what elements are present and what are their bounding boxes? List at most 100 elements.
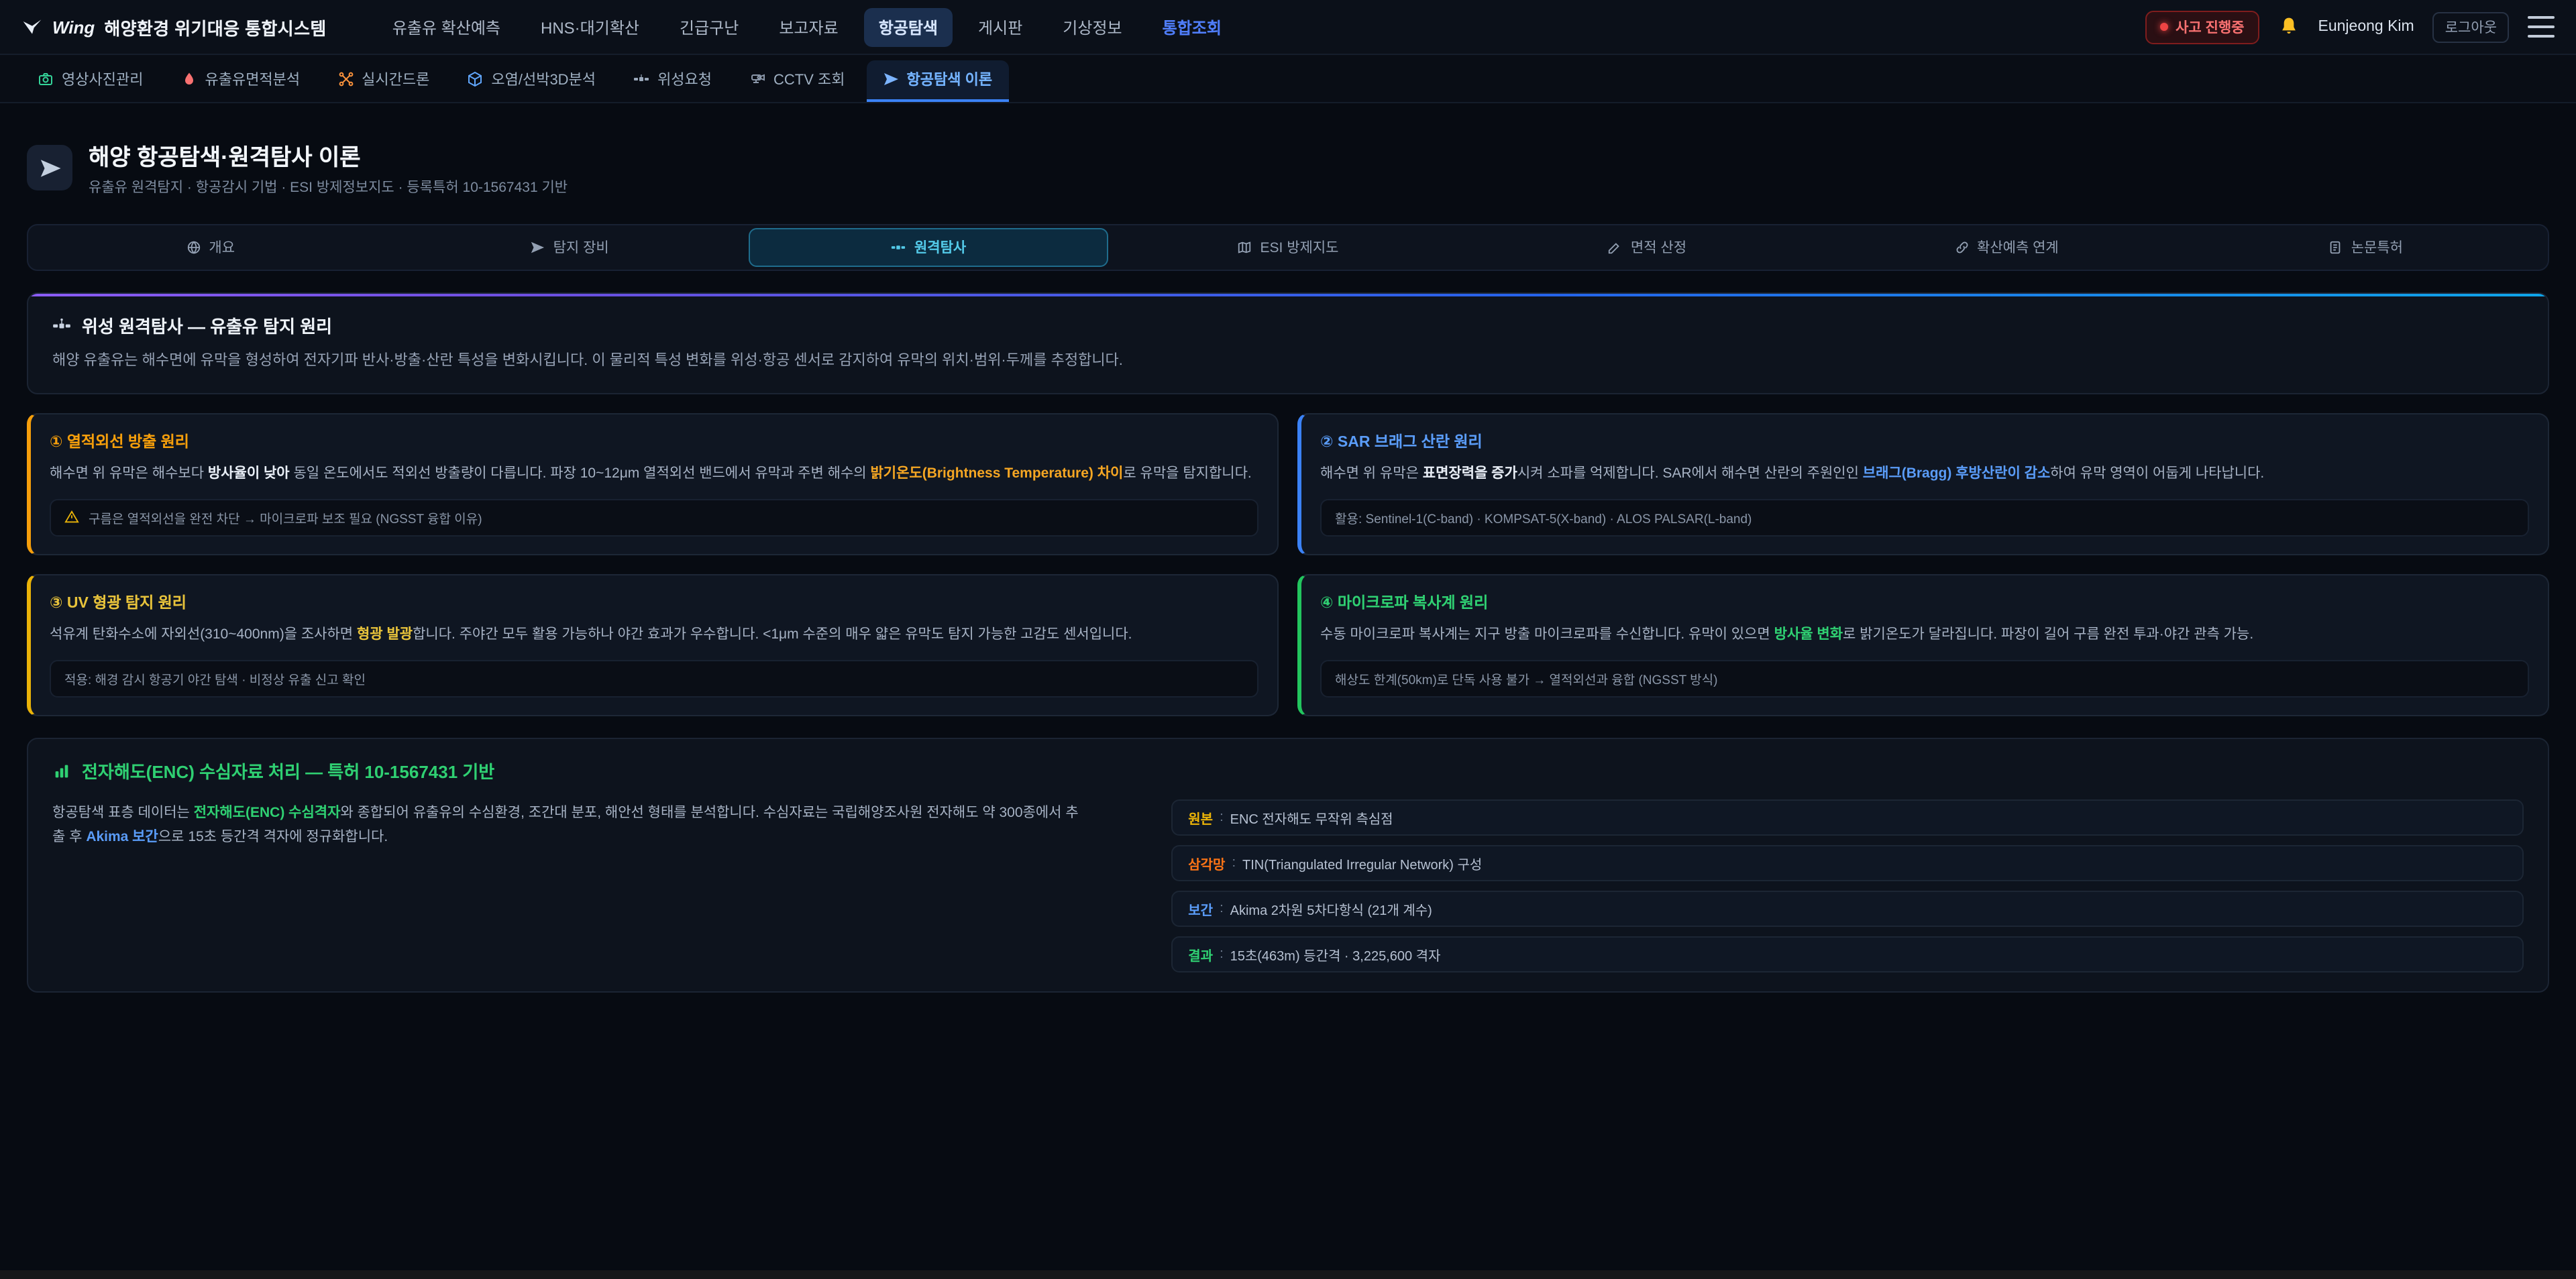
subnav-tab-image-photo-management[interactable]: 영상사진관리 xyxy=(21,60,159,102)
tab-label: 개요 xyxy=(209,237,235,258)
nav-item-board[interactable]: 게시판 xyxy=(963,7,1037,46)
enc-row-text: Akima 2차원 5차다항식 (21개 계수) xyxy=(1230,899,1432,919)
card-body-segment: 밝기온도(Brightness Temperature) 차이 xyxy=(870,465,1123,481)
card-note: 적용: 해경 감시 항공기 야간 탐색 · 비정상 유출 신고 확인 xyxy=(50,660,1258,698)
card-sar-bragg: ② SAR 브래그 산란 원리 해수면 위 유막은 표면장력을 증가시켜 소파를… xyxy=(1297,412,2549,555)
subnav-label: CCTV 조회 xyxy=(773,68,845,90)
remote-sensing-section: 위성 원격탐사 — 유출유 탐지 원리 해양 유출유는 해수면에 유막을 형성하… xyxy=(27,292,2549,394)
nav-item-weather-info[interactable]: 기상정보 xyxy=(1048,7,1136,46)
card-title: ④ 마이크로파 복사계 원리 xyxy=(1320,592,2529,613)
card-body: 석유계 탄화수소에 자외선(310~400nm)을 조사하면 형광 발광합니다.… xyxy=(50,624,1258,647)
card-body-segment: 하여 유막 영역이 어둡게 나타납니다. xyxy=(2050,465,2264,481)
topnav-right: 사고 진행중 Eunjeong Kim 로그아웃 xyxy=(2145,10,2555,44)
user-name[interactable]: Eunjeong Kim xyxy=(2318,19,2414,35)
cube-3d-icon xyxy=(467,71,483,87)
globe-icon xyxy=(186,240,201,255)
subnav-tab-satellite-request[interactable]: 위성요청 xyxy=(617,60,728,102)
enc-row-label: 삼각망 xyxy=(1188,853,1225,873)
tab-area-calculation[interactable]: 면적 산정 xyxy=(1468,228,1827,267)
droplet-analysis-icon xyxy=(180,71,197,87)
card-body-segment: 로 밝기온도가 달라집니다. 파장이 길어 구름 완전 투과·야간 관측 가능. xyxy=(1843,626,2253,643)
nav-item-integrated-search[interactable]: 통합조회 xyxy=(1148,7,1236,46)
main-content: 해양 항공탐색·원격탐사 이론 유출유 원격탐지 · 항공감시 기법 · ESI… xyxy=(0,138,2576,993)
sub-navigation: 영상사진관리 유출유면적분석 실시간드론 오염/선박3D분석 위성요청 CCTV… xyxy=(0,55,2576,103)
subnav-tab-aerial-search-theory[interactable]: 항공탐색 이론 xyxy=(867,60,1009,102)
subnav-tab-realtime-drone[interactable]: 실시간드론 xyxy=(321,60,445,102)
subnav-tab-cctv-view[interactable]: CCTV 조회 xyxy=(733,60,861,102)
top-navigation: Wing 해양환경 위기대응 통합시스템 유출유 확산예측 HNS·대기확산 긴… xyxy=(0,0,2576,55)
satellite-icon xyxy=(52,316,71,335)
camera-icon xyxy=(38,71,54,87)
enc-row-tin: 삼각망 : TIN(Triangulated Irregular Network… xyxy=(1171,845,2524,881)
bar-chart-icon xyxy=(52,761,71,780)
page-header-text: 해양 항공탐색·원격탐사 이론 유출유 원격탐지 · 항공감시 기법 · ESI… xyxy=(89,138,568,197)
nav-item-reports[interactable]: 보고자료 xyxy=(764,7,853,46)
map-icon xyxy=(1238,240,1252,255)
card-body-segment: 해수면 위 유막은 해수보다 xyxy=(50,465,208,481)
tab-prediction-link[interactable]: 확산예측 연계 xyxy=(1827,228,2186,267)
subnav-tab-pollution-ship-3d[interactable]: 오염/선박3D분석 xyxy=(451,60,612,102)
paper-plane-icon xyxy=(38,156,61,179)
drone-icon xyxy=(337,71,354,87)
enc-bathymetry-section: 전자해도(ENC) 수심자료 처리 — 특허 10-1567431 기반 항공탐… xyxy=(27,738,2549,993)
card-note-text: 활용: Sentinel-1(C-band) · KOMPSAT-5(X-ban… xyxy=(1335,508,1752,527)
tab-label: 확산예측 연계 xyxy=(1977,237,2059,258)
card-body: 해수면 위 유막은 해수보다 방사율이 낮아 동일 온도에서도 적외선 방출량이… xyxy=(50,462,1258,486)
satellite-icon xyxy=(892,240,906,255)
enc-title-row: 전자해도(ENC) 수심자료 처리 — 특허 10-1567431 기반 xyxy=(52,758,2524,783)
card-body-segment: 합니다. 주야간 모두 활용 가능하나 야간 효과가 우수합니다. <1μm 수… xyxy=(413,626,1132,643)
enc-description: 항공탐색 표층 데이터는 전자해도(ENC) 수심격자와 종합되어 유출유의 수… xyxy=(52,802,1090,850)
enc-row-separator: : xyxy=(1232,856,1236,871)
page-icon-box xyxy=(27,145,72,190)
logout-button[interactable]: 로그아웃 xyxy=(2433,11,2509,42)
subnav-label: 유출유면적분석 xyxy=(205,68,300,90)
page-header: 해양 항공탐색·원격탐사 이론 유출유 원격탐지 · 항공감시 기법 · ESI… xyxy=(27,138,2549,197)
subnav-tab-oil-area-analysis[interactable]: 유출유면적분석 xyxy=(164,60,316,102)
enc-row-text: 15초(463m) 등간격 · 3,225,600 격자 xyxy=(1230,944,1441,964)
card-note-text: 해상도 한계(50km)로 단독 사용 불가 → 열적외선과 융합 (NGSST… xyxy=(1335,669,1717,688)
card-body-segment: 해수면 위 유막은 xyxy=(1320,465,1423,481)
enc-row-text: ENC 전자해도 무작위 측심점 xyxy=(1230,808,1393,828)
incident-status-badge[interactable]: 사고 진행중 xyxy=(2145,10,2259,44)
nav-item-hns-atmospheric[interactable]: HNS·대기확산 xyxy=(526,7,654,46)
card-body-segment: 석유계 탄화수소에 자외선(310~400nm)을 조사하면 xyxy=(50,626,357,643)
tab-remote-sensing[interactable]: 원격탐사 xyxy=(749,228,1108,267)
pencil-icon xyxy=(1608,240,1623,255)
notification-bell-icon[interactable] xyxy=(2278,16,2300,38)
section-description: 해양 유출유는 해수면에 유막을 형성하여 전자기파 반사·방출·산란 특성을 … xyxy=(52,350,2524,374)
tab-label: 원격탐사 xyxy=(914,237,966,258)
tab-overview[interactable]: 개요 xyxy=(31,228,390,267)
nav-item-oil-spill-prediction[interactable]: 유출유 확산예측 xyxy=(378,7,515,46)
enc-row-interpolation: 보간 : Akima 2차원 5차다항식 (21개 계수) xyxy=(1171,891,2524,927)
wing-logo-icon xyxy=(21,16,43,38)
nav-item-aerial-search[interactable]: 항공탐색 xyxy=(864,7,953,46)
section-title-row: 위성 원격탐사 — 유출유 탐지 원리 xyxy=(52,313,2524,338)
paper-plane-icon xyxy=(883,71,899,87)
tab-esi-map[interactable]: ESI 방제지도 xyxy=(1108,228,1467,267)
app-title: 해양환경 위기대응 통합시스템 xyxy=(104,14,326,40)
card-body-segment: 표면장력을 증가 xyxy=(1423,465,1517,481)
enc-row-source: 원본 : ENC 전자해도 무작위 측심점 xyxy=(1171,799,2524,836)
principle-cards-grid: ① 열적외선 방출 원리 해수면 위 유막은 해수보다 방사율이 낮아 동일 온… xyxy=(27,412,2549,716)
subnav-label: 항공탐색 이론 xyxy=(907,68,993,90)
enc-row-separator: : xyxy=(1220,947,1224,962)
card-note-text: 구름은 열적외선을 완전 차단 → 마이크로파 보조 필요 (NGSST 융합 … xyxy=(89,508,482,527)
menu-icon[interactable] xyxy=(2528,15,2555,39)
section-title: 위성 원격탐사 — 유출유 탐지 원리 xyxy=(82,313,332,338)
subnav-label: 위성요청 xyxy=(657,68,712,90)
brand-home-link[interactable]: Wing 해양환경 위기대응 통합시스템 xyxy=(21,14,327,40)
card-note: 활용: Sentinel-1(C-band) · KOMPSAT-5(X-ban… xyxy=(1320,499,2529,537)
nav-item-emergency-rescue[interactable]: 긴급구난 xyxy=(665,7,753,46)
tab-papers-patents[interactable]: 논문특허 xyxy=(2186,228,2545,267)
enc-desc-segment: 전자해도(ENC) 수심격자 xyxy=(194,805,341,821)
card-note: 해상도 한계(50km)로 단독 사용 불가 → 열적외선과 융합 (NGSST… xyxy=(1320,660,2529,698)
card-uv-fluorescence: ③ UV 형광 탐지 원리 석유계 탄화수소에 자외선(310~400nm)을 … xyxy=(27,574,1279,717)
card-body-segment: 시켜 소파를 억제합니다. SAR에서 해수면 산란의 주원인인 xyxy=(1517,465,1863,481)
subnav-label: 오염/선박3D분석 xyxy=(491,68,596,90)
tab-detection-equipment[interactable]: 탐지 장비 xyxy=(390,228,749,267)
card-body-segment: 방사율이 낮아 xyxy=(208,465,290,481)
enc-row-result: 결과 : 15초(463m) 등간격 · 3,225,600 격자 xyxy=(1171,936,2524,972)
page-subtitle: 유출유 원격탐지 · 항공감시 기법 · ESI 방제정보지도 · 등록특허 1… xyxy=(89,177,568,197)
page-title: 해양 항공탐색·원격탐사 이론 xyxy=(89,138,568,172)
enc-process-list: 원본 : ENC 전자해도 무작위 측심점 삼각망 : TIN(Triangul… xyxy=(1171,799,2524,972)
